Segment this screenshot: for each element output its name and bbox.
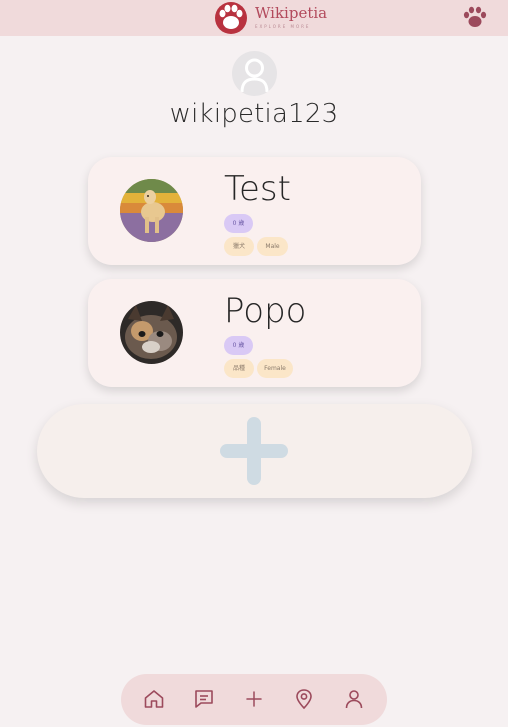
- breed-badge: 品種: [224, 359, 254, 378]
- bottom-nav: [121, 674, 387, 725]
- pet-card-popo[interactable]: Popo 0 歲 品種 Female: [88, 279, 421, 387]
- pet-profile-page: Wikipetia EXPLORE MORE wikipetia123 Test…: [0, 0, 508, 727]
- pet-name: Popo: [224, 291, 307, 331]
- nav-chat[interactable]: [192, 687, 216, 711]
- top-bar: Wikipetia EXPLORE MORE: [0, 0, 508, 36]
- age-badge: 0 歲: [224, 214, 253, 233]
- nav-location[interactable]: [292, 687, 316, 711]
- location-pin-icon: [296, 689, 312, 710]
- user-icon: [345, 690, 363, 709]
- plus-icon: [246, 691, 262, 707]
- avatar[interactable]: [232, 51, 277, 96]
- brand-tagline: EXPLORE MORE: [255, 24, 311, 29]
- paw-logo-icon: [215, 2, 247, 34]
- pet-photo-cat: [120, 301, 183, 364]
- add-pet-button[interactable]: [37, 404, 472, 498]
- pet-card-test[interactable]: Test 0 歲 獵犬 Male: [88, 157, 421, 265]
- brand-name: Wikipetia: [255, 4, 328, 22]
- paw-icon[interactable]: [462, 5, 488, 29]
- pet-name: Test: [224, 169, 291, 209]
- age-badge: 0 歲: [224, 336, 253, 355]
- nav-home[interactable]: [142, 687, 166, 711]
- nav-add[interactable]: [242, 687, 266, 711]
- gender-badge: Female: [257, 359, 293, 378]
- username: wikipetia123: [169, 99, 339, 129]
- nav-profile[interactable]: [342, 687, 366, 711]
- breed-badge: 獵犬: [224, 237, 254, 256]
- plus-icon: [220, 417, 288, 485]
- pet-photo-dog: [120, 179, 183, 242]
- home-icon: [144, 690, 164, 708]
- user-placeholder-icon: [240, 58, 269, 93]
- chat-icon: [195, 690, 213, 708]
- gender-badge: Male: [257, 237, 288, 256]
